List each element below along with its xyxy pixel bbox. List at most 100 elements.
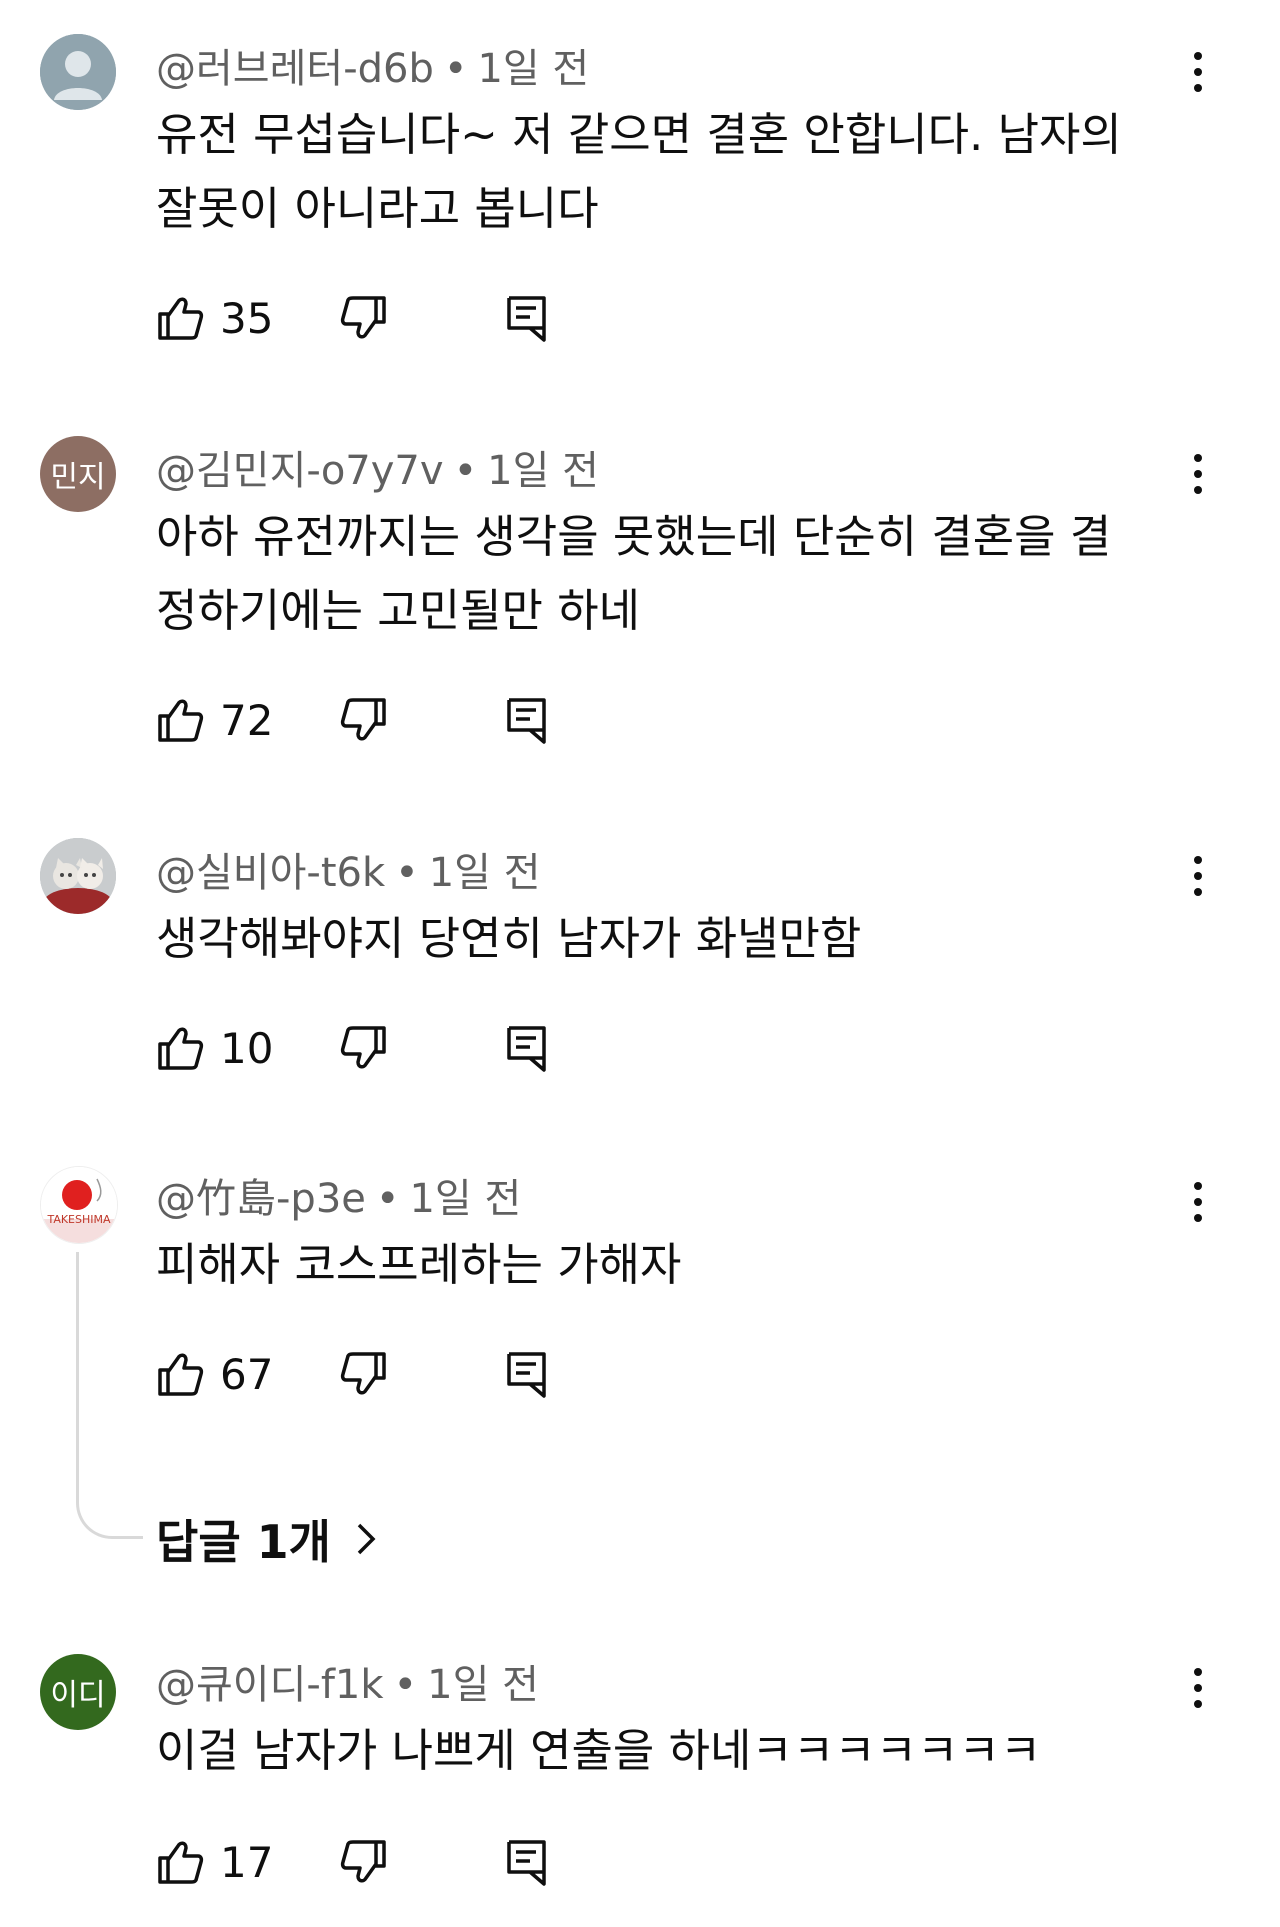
avatar[interactable]: 이디: [40, 1654, 116, 1730]
thumbs-down-icon: [340, 296, 386, 339]
reply-comment-icon: [507, 1352, 546, 1398]
meta-separator: •: [443, 46, 468, 92]
author-name[interactable]: @김민지-o7y7v: [156, 448, 444, 494]
avatar[interactable]: [40, 34, 116, 110]
more-options-button[interactable]: [1178, 444, 1218, 504]
comment-actions: 35: [156, 292, 656, 352]
more-vertical-icon: [1194, 454, 1202, 462]
more-options-button[interactable]: [1178, 846, 1218, 906]
comment-time: 1일 전: [487, 448, 599, 494]
comment-meta: @큐이디-f1k • 1일 전: [156, 1652, 539, 1710]
chevron-right-icon: [357, 1523, 376, 1555]
avatar[interactable]: [40, 838, 116, 914]
thumbs-up-icon: [158, 1353, 204, 1396]
like-button[interactable]: [156, 1022, 204, 1074]
thumbs-down-icon: [340, 1352, 386, 1395]
meta-separator: •: [395, 850, 419, 896]
thumbs-up-icon: [158, 699, 204, 742]
comment-text: 피해자 코스프레하는 가해자: [156, 1228, 1196, 1302]
dislike-button[interactable]: [340, 1348, 388, 1400]
like-button[interactable]: [156, 1836, 204, 1888]
avatar[interactable]: TAKESHIMA: [40, 1166, 118, 1244]
thumbs-up-icon: [158, 297, 204, 340]
avatar-caption: TAKESHIMA: [47, 1213, 111, 1226]
thumbs-down-icon: [340, 1026, 386, 1069]
default-avatar-icon: [40, 34, 116, 110]
thumbs-up-icon: [158, 1027, 204, 1070]
meta-separator: •: [393, 1662, 418, 1708]
comment-time: 1일 전: [477, 46, 590, 92]
reply-comment-icon: [507, 1840, 546, 1886]
comment-time: 1일 전: [428, 850, 541, 896]
more-options-button[interactable]: [1178, 1658, 1218, 1718]
reply-button[interactable]: [504, 694, 550, 746]
reply-comment-icon: [507, 698, 546, 744]
comment-meta: @竹島-p3e • 1일 전: [156, 1166, 521, 1224]
comment-text: 생각해봐야지 당연히 남자가 화낼만함: [156, 902, 1196, 976]
dislike-button[interactable]: [340, 1836, 388, 1888]
more-dot: [1194, 872, 1202, 880]
like-count: 35: [220, 294, 274, 343]
like-button[interactable]: [156, 292, 204, 344]
comment-text-line: 이걸 남자가 나쁘게 연출을 하네ㅋㅋㅋㅋㅋㅋㅋ: [156, 1724, 1042, 1777]
reply-button[interactable]: [504, 1022, 550, 1074]
like-button[interactable]: [156, 694, 204, 746]
author-name[interactable]: @실비아-t6k: [156, 850, 385, 896]
avatar-initials: 민지: [50, 460, 106, 495]
author-name[interactable]: @竹島-p3e: [156, 1176, 366, 1222]
dislike-button[interactable]: [340, 292, 388, 344]
comment-time: 1일 전: [427, 1662, 539, 1708]
more-dot: [1194, 1198, 1202, 1206]
comment-text: 아하 유전까지는 생각을 못했는데 단순히 결혼을 결 정하기에는 고민될만 하…: [156, 500, 1196, 648]
replies-label: 답글 1개: [156, 1515, 331, 1569]
flag-photo-icon: [41, 1167, 117, 1243]
reply-comment-icon: [507, 1026, 546, 1072]
kittens-photo-icon: [40, 838, 116, 914]
more-dot: [1194, 470, 1202, 478]
comment-text-line: 피해자 코스프레하는 가해자: [156, 1238, 682, 1291]
meta-separator: •: [453, 448, 478, 494]
comment-text-line: 유전 무섭습니다~ 저 같으면 결혼 안합니다. 남자의: [156, 108, 1122, 161]
reply-button[interactable]: [504, 1348, 550, 1400]
comment-text-line: 아하 유전까지는 생각을 못했는데 단순히 결혼을 결: [156, 510, 1112, 563]
like-count: 10: [220, 1024, 274, 1073]
reply-button[interactable]: [504, 292, 550, 344]
thumbs-down-icon: [340, 698, 386, 741]
view-replies-button[interactable]: 답글 1개: [156, 1506, 377, 1572]
dislike-button[interactable]: [340, 694, 388, 746]
like-button[interactable]: [156, 1348, 204, 1400]
more-vertical-icon: [1194, 856, 1202, 864]
more-dot: [1194, 1214, 1202, 1222]
comment-text: 이걸 남자가 나쁘게 연출을 하네ㅋㅋㅋㅋㅋㅋㅋ: [156, 1714, 1196, 1788]
author-name[interactable]: @러브레터-d6b: [156, 46, 434, 92]
like-count: 67: [220, 1350, 274, 1399]
comment-text-line: 잘못이 아니라고 봅니다: [156, 182, 599, 235]
more-vertical-icon: [1194, 1668, 1202, 1676]
meta-separator: •: [375, 1176, 400, 1222]
thumbs-up-icon: [158, 1841, 204, 1884]
more-dot: [1194, 486, 1202, 494]
comment-actions: 10: [156, 1022, 656, 1082]
like-count: 17: [220, 1838, 274, 1887]
like-count: 72: [220, 696, 274, 745]
more-dot: [1194, 1684, 1202, 1692]
more-dot: [1194, 68, 1202, 76]
comment-time: 1일 전: [409, 1176, 522, 1222]
comment-actions: 17: [156, 1836, 656, 1896]
comment-actions: 67: [156, 1348, 656, 1408]
avatar-initials: 이디: [50, 1678, 106, 1713]
more-dot: [1194, 1700, 1202, 1708]
dislike-button[interactable]: [340, 1022, 388, 1074]
more-vertical-icon: [1194, 52, 1202, 60]
comment-meta: @실비아-t6k • 1일 전: [156, 840, 541, 898]
avatar[interactable]: 민지: [40, 436, 116, 512]
author-name[interactable]: @큐이디-f1k: [156, 1662, 384, 1708]
more-options-button[interactable]: [1178, 1172, 1218, 1232]
more-options-button[interactable]: [1178, 42, 1218, 102]
comment-meta: @러브레터-d6b • 1일 전: [156, 36, 589, 94]
comment-text: 유전 무섭습니다~ 저 같으면 결혼 안합니다. 남자의 잘못이 아니라고 봅니…: [156, 98, 1196, 246]
comment-text-line: 생각해봐야지 당연히 남자가 화낼만함: [156, 912, 862, 965]
reply-thread-line: [76, 1252, 143, 1539]
reply-button[interactable]: [504, 1836, 550, 1888]
more-vertical-icon: [1194, 1182, 1202, 1190]
